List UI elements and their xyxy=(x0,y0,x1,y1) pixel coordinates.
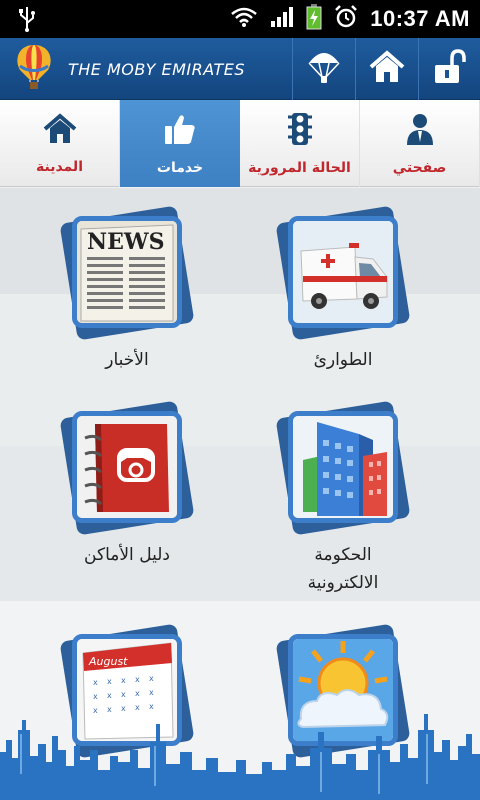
tab-label: المدينة xyxy=(36,158,83,175)
svg-text:NEWS: NEWS xyxy=(87,229,164,255)
unlock-button[interactable] xyxy=(418,38,480,100)
tile-e-government[interactable]: الحكومة الالكترونية xyxy=(248,400,438,597)
tile-emergency[interactable]: الطوارئ xyxy=(248,205,438,374)
alarm-icon xyxy=(334,5,358,33)
traffic-light-icon xyxy=(287,112,313,150)
unlock-icon xyxy=(432,49,468,89)
tab-label: الحالة المرورية xyxy=(248,159,351,176)
tile-label: الأخبار xyxy=(105,350,149,370)
home-icon xyxy=(43,112,77,149)
home-button[interactable] xyxy=(355,38,417,100)
tile-label-line: الحكومة xyxy=(314,545,372,565)
tab-label: صفحتي xyxy=(392,159,447,176)
svg-text:x: x xyxy=(135,689,140,698)
svg-text:x: x xyxy=(107,677,112,686)
tile-news[interactable]: NEWS الأخبار xyxy=(32,205,222,374)
calendar-month: August xyxy=(88,655,128,668)
ambulance-icon xyxy=(288,216,398,328)
tile-label: دليل الأماكن xyxy=(84,545,170,565)
status-bar: 10:37 AM xyxy=(0,0,480,38)
clock: 10:37 AM xyxy=(370,6,470,31)
city-skyline-decoration xyxy=(0,714,480,800)
tab-bar: المدينة خدمات الحالة المرورية صفحتي xyxy=(0,100,480,187)
tab-label: خدمات xyxy=(156,159,204,176)
tab-city[interactable]: المدينة xyxy=(0,100,120,187)
svg-text:x: x xyxy=(149,674,154,683)
signal-icon xyxy=(270,6,294,32)
tab-my-page[interactable]: صفحتي xyxy=(360,100,480,187)
tile-label: الحكومة الالكترونية xyxy=(248,541,438,597)
thumbs-up-icon xyxy=(163,112,197,150)
phone-book-icon xyxy=(72,411,182,523)
svg-text:x: x xyxy=(121,676,126,685)
tab-traffic[interactable]: الحالة المرورية xyxy=(240,100,360,187)
svg-text:x: x xyxy=(135,675,140,684)
svg-text:x: x xyxy=(121,690,126,699)
buildings-icon xyxy=(288,411,398,523)
home-icon xyxy=(369,50,405,88)
app-title: THE MOBY EMIRATES xyxy=(68,59,246,79)
tile-label-line: الالكترونية xyxy=(307,573,379,593)
services-grid: الطوارئ NEWS الأخبار الحكومة الالكترونية… xyxy=(0,188,480,800)
svg-text:x: x xyxy=(107,691,112,700)
hot-air-balloon-logo-icon xyxy=(8,42,60,96)
newspaper-icon: NEWS xyxy=(72,216,182,328)
user-icon xyxy=(405,112,435,150)
app-header: THE MOBY EMIRATES xyxy=(0,38,480,100)
tile-places-directory[interactable]: دليل الأماكن xyxy=(32,400,222,569)
parachute-button[interactable] xyxy=(292,38,354,100)
usb-icon xyxy=(18,6,36,36)
svg-text:x: x xyxy=(93,678,98,687)
wifi-icon xyxy=(230,6,258,32)
brand[interactable]: THE MOBY EMIRATES xyxy=(8,44,245,94)
tile-label: الطوارئ xyxy=(313,350,373,370)
parachute-icon xyxy=(307,49,341,89)
battery-charging-icon xyxy=(306,4,322,34)
svg-text:x: x xyxy=(149,688,154,697)
tab-services[interactable]: خدمات xyxy=(120,100,240,187)
